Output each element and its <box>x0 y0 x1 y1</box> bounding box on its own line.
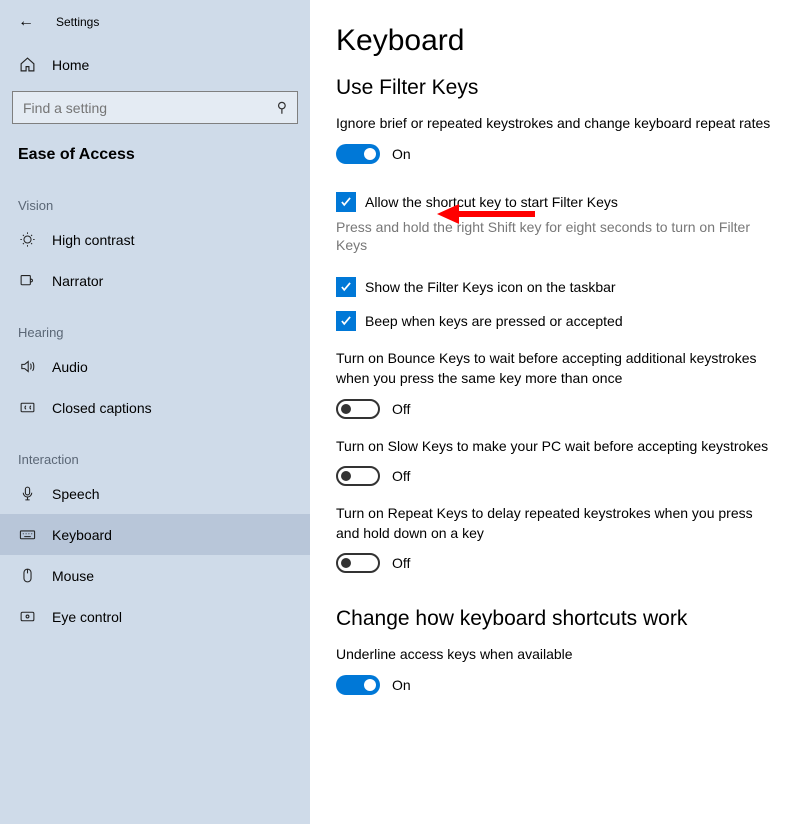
home-nav[interactable]: Home <box>0 46 310 83</box>
underline-desc: Underline access keys when available <box>336 645 775 665</box>
beep-checkbox[interactable] <box>336 311 356 331</box>
search-field[interactable]: ⚲ <box>12 91 298 124</box>
filter-keys-state: On <box>392 146 411 162</box>
underline-state: On <box>392 677 411 693</box>
nav-label: Eye control <box>52 609 122 625</box>
audio-icon <box>18 358 36 375</box>
slow-toggle[interactable] <box>336 466 380 486</box>
bounce-state: Off <box>392 401 410 417</box>
category-vision: Vision <box>0 174 310 219</box>
titlebar: ← Settings <box>0 14 310 46</box>
nav-high-contrast[interactable]: High contrast <box>0 219 310 260</box>
nav-keyboard[interactable]: Keyboard <box>0 514 310 555</box>
shortcut-checkbox[interactable] <box>336 192 356 212</box>
nav-label: Audio <box>52 359 88 375</box>
repeat-toggle[interactable] <box>336 553 380 573</box>
underline-toggle[interactable] <box>336 675 380 695</box>
nav-mouse[interactable]: Mouse <box>0 555 310 596</box>
nav-label: Closed captions <box>52 400 152 416</box>
shortcuts-heading: Change how keyboard shortcuts work <box>336 607 775 631</box>
beep-label: Beep when keys are pressed or accepted <box>365 311 623 331</box>
taskbar-icon-label: Show the Filter Keys icon on the taskbar <box>365 277 616 297</box>
back-icon[interactable]: ← <box>18 14 34 30</box>
main-content: Keyboard Use Filter Keys Ignore brief or… <box>310 0 787 824</box>
nav-label: Mouse <box>52 568 94 584</box>
bounce-desc: Turn on Bounce Keys to wait before accep… <box>336 349 775 388</box>
section-header: Ease of Access <box>0 144 310 174</box>
narrator-icon <box>18 272 36 289</box>
home-label: Home <box>52 57 89 73</box>
search-input[interactable] <box>23 100 277 116</box>
shortcut-hint: Press and hold the right Shift key for e… <box>336 218 775 256</box>
filter-keys-desc: Ignore brief or repeated keystrokes and … <box>336 114 775 134</box>
search-icon: ⚲ <box>277 99 287 116</box>
nav-eye-control[interactable]: Eye control <box>0 596 310 637</box>
slow-desc: Turn on Slow Keys to make your PC wait b… <box>336 437 775 457</box>
repeat-desc: Turn on Repeat Keys to delay repeated ke… <box>336 504 775 543</box>
nav-closed-captions[interactable]: Closed captions <box>0 387 310 428</box>
repeat-state: Off <box>392 555 410 571</box>
microphone-icon <box>18 485 36 502</box>
nav-audio[interactable]: Audio <box>0 346 310 387</box>
nav-label: Speech <box>52 486 99 502</box>
sidebar: ← Settings Home ⚲ Ease of Access Vision … <box>0 0 310 824</box>
home-icon <box>18 56 36 73</box>
contrast-icon <box>18 231 36 248</box>
nav-narrator[interactable]: Narrator <box>0 260 310 301</box>
captions-icon <box>18 399 36 416</box>
bounce-toggle[interactable] <box>336 399 380 419</box>
slow-state: Off <box>392 468 410 484</box>
mouse-icon <box>18 567 36 584</box>
nav-label: Keyboard <box>52 527 112 543</box>
page-title: Keyboard <box>336 24 775 58</box>
nav-label: Narrator <box>52 273 103 289</box>
section-heading: Use Filter Keys <box>336 76 775 100</box>
taskbar-icon-checkbox[interactable] <box>336 277 356 297</box>
shortcut-check-label: Allow the shortcut key to start Filter K… <box>365 192 618 212</box>
filter-keys-toggle[interactable] <box>336 144 380 164</box>
category-hearing: Hearing <box>0 301 310 346</box>
eye-icon <box>18 608 36 625</box>
nav-label: High contrast <box>52 232 134 248</box>
nav-speech[interactable]: Speech <box>0 473 310 514</box>
window-title: Settings <box>56 15 99 29</box>
category-interaction: Interaction <box>0 428 310 473</box>
keyboard-icon <box>18 526 36 543</box>
